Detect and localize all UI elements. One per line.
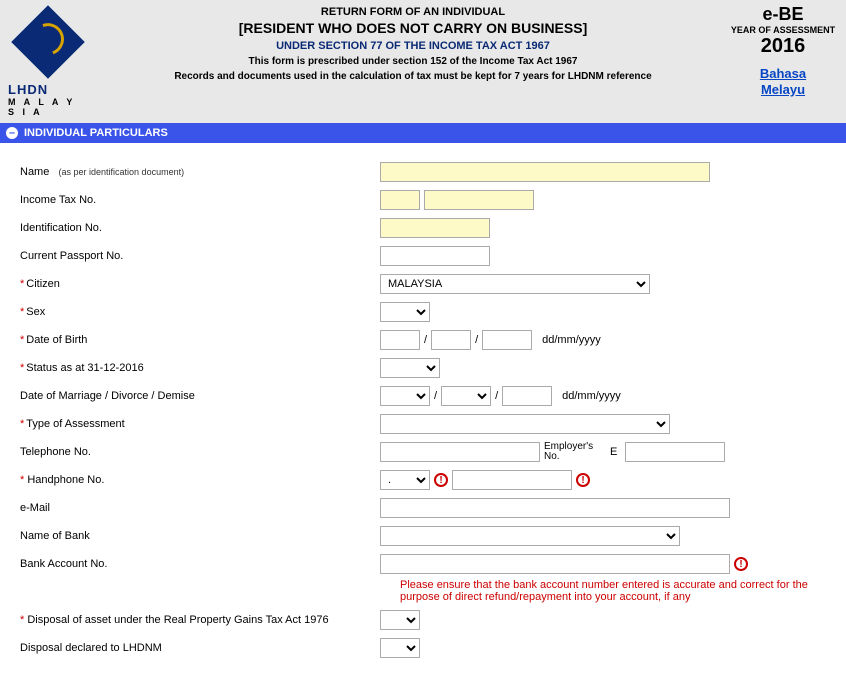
disposal-asset-select[interactable] <box>380 610 420 630</box>
title-line-3: UNDER SECTION 77 OF THE INCOME TAX ACT 1… <box>98 40 728 52</box>
year-of-assessment-label: YEAR OF ASSESSMENT <box>728 25 838 35</box>
warning-icon: ! <box>576 473 590 487</box>
title-line-5: Records and documents used in the calcul… <box>98 71 728 82</box>
form-area: Name (as per identification document) In… <box>0 143 846 675</box>
warning-icon: ! <box>734 557 748 571</box>
marriage-day-select[interactable] <box>380 386 430 406</box>
label-disposal-asset: * Disposal of asset under the Real Prope… <box>20 614 380 626</box>
label-name: Name (as per identification document) <box>20 166 380 178</box>
label-email: e-Mail <box>20 502 380 514</box>
employer-no-input[interactable] <box>625 442 725 462</box>
slash-icon: / <box>424 334 427 346</box>
label-type-assessment: Type of Assessment <box>20 418 380 430</box>
bank-name-select[interactable] <box>380 526 680 546</box>
dob-year-input[interactable] <box>482 330 532 350</box>
label-sex: Sex <box>20 306 380 318</box>
title-line-4: This form is prescribed under section 15… <box>98 56 728 67</box>
logo: LHDN M A L A Y S I A <box>8 4 98 117</box>
bank-note: Please ensure that the bank account numb… <box>400 579 840 603</box>
label-bank-acc: Bank Account No. <box>20 558 380 570</box>
language-link[interactable]: Bahasa Melayu <box>728 66 838 97</box>
title-block: RETURN FORM OF AN INDIVIDUAL [RESIDENT W… <box>98 4 728 82</box>
title-line-2: [RESIDENT WHO DOES NOT CARRY ON BUSINESS… <box>98 20 728 36</box>
date-hint: dd/mm/yyyy <box>542 334 601 346</box>
dob-month-input[interactable] <box>431 330 471 350</box>
status-select[interactable] <box>380 358 440 378</box>
marriage-month-select[interactable] <box>441 386 491 406</box>
label-id-no: Identification No. <box>20 222 380 234</box>
slash-icon: / <box>434 390 437 402</box>
id-no-input[interactable] <box>380 218 490 238</box>
logo-sub-text: M A L A Y S I A <box>8 97 88 117</box>
dob-day-input[interactable] <box>380 330 420 350</box>
header: LHDN M A L A Y S I A RETURN FORM OF AN I… <box>0 0 846 123</box>
telephone-input[interactable] <box>380 442 540 462</box>
assessment-year: 2016 <box>728 35 838 58</box>
name-input[interactable] <box>380 162 710 182</box>
email-input[interactable] <box>380 498 730 518</box>
type-assessment-select[interactable] <box>380 414 670 434</box>
label-citizen: Citizen <box>20 278 380 290</box>
label-status: Status as at 31-12-2016 <box>20 362 380 374</box>
label-dob: Date of Birth <box>20 334 380 346</box>
sex-select[interactable] <box>380 302 430 322</box>
date-hint: dd/mm/yyyy <box>562 390 621 402</box>
handphone-input[interactable] <box>452 470 572 490</box>
section-title: INDIVIDUAL PARTICULARS <box>24 127 168 139</box>
disposal-declared-select[interactable] <box>380 638 420 658</box>
warning-icon: ! <box>434 473 448 487</box>
label-disposal-declared: Disposal declared to LHDNM <box>20 642 380 654</box>
label-handphone: * Handphone No. <box>20 474 380 486</box>
header-right: e-BE YEAR OF ASSESSMENT 2016 Bahasa Mela… <box>728 4 838 97</box>
label-income-tax: Income Tax No. <box>20 194 380 206</box>
label-employer-no: Employer'sNo. <box>544 442 602 462</box>
collapse-icon[interactable]: – <box>6 127 18 139</box>
label-passport: Current Passport No. <box>20 250 380 262</box>
slash-icon: / <box>475 334 478 346</box>
section-individual-particulars[interactable]: – INDIVIDUAL PARTICULARS <box>0 123 846 143</box>
ebe-label: e-BE <box>728 4 838 25</box>
bank-account-input[interactable] <box>380 554 730 574</box>
employer-e-label: E <box>610 446 617 458</box>
title-line-1: RETURN FORM OF AN INDIVIDUAL <box>98 6 728 18</box>
label-bank-name: Name of Bank <box>20 530 380 542</box>
income-tax-prefix-input[interactable] <box>380 190 420 210</box>
marriage-year-input[interactable] <box>502 386 552 406</box>
income-tax-number-input[interactable] <box>424 190 534 210</box>
passport-input[interactable] <box>380 246 490 266</box>
citizen-select[interactable]: MALAYSIA <box>380 274 650 294</box>
handphone-prefix-select[interactable]: . <box>380 470 430 490</box>
lhdn-logo-icon <box>11 5 85 79</box>
label-telephone: Telephone No. <box>20 446 380 458</box>
label-marriage-date: Date of Marriage / Divorce / Demise <box>20 390 380 402</box>
slash-icon: / <box>495 390 498 402</box>
logo-main-text: LHDN <box>8 82 88 97</box>
